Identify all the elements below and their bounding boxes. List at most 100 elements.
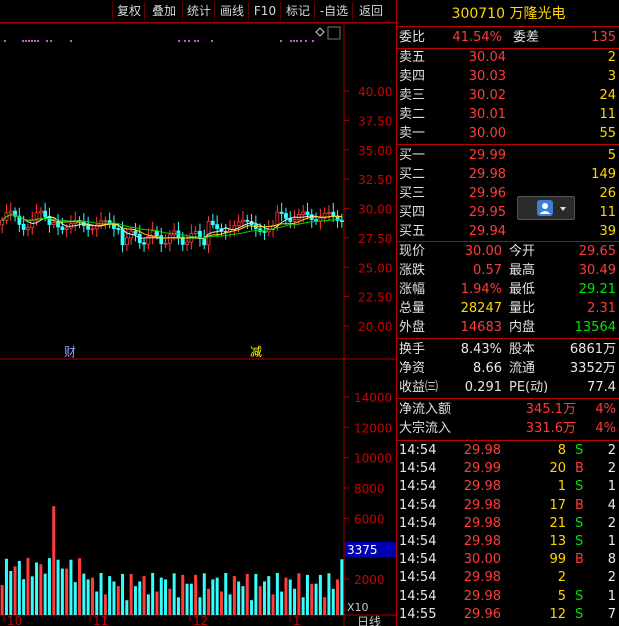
volume-bar: [26, 557, 30, 615]
volume-bar: [159, 577, 163, 615]
quote-panel: 300710 万隆光电 委比 41.54% 委差 135 卖五 30.04 2 卖四 30.03…: [396, 0, 619, 626]
tick-side: B: [575, 552, 584, 568]
candle-body: [339, 220, 344, 223]
tick-price: 29.99: [463, 461, 501, 477]
tick-vol: 12: [549, 606, 566, 622]
signal-dot: [50, 40, 52, 42]
tick-count: 2: [607, 461, 616, 477]
price-tick-label: 32.50: [358, 173, 392, 187]
volume-bar: [47, 558, 51, 615]
vol-highlight-value: 3375: [347, 543, 378, 557]
candle-body: [163, 242, 168, 245]
tick-price: 29.98: [463, 570, 501, 586]
stat-label-2: 内盘: [509, 320, 536, 335]
sell-label: 卖二: [399, 107, 426, 122]
tick-time: 14:54: [399, 534, 437, 549]
sell-row: 卖三 30.02 24: [397, 86, 619, 105]
candle-body: [284, 213, 288, 219]
volume-bar: [310, 583, 314, 615]
flow-row: 大宗流入 331.6万 4%: [397, 419, 619, 438]
stat-value: 0.57: [473, 263, 502, 278]
trade-tick-row: 14:54 29.98 17 B 4: [397, 496, 619, 515]
toolbar-item-1[interactable]: 叠加: [144, 2, 183, 20]
volume-bar: [241, 586, 245, 615]
stat-row: 涨幅 1.94% 最低 29.21: [397, 280, 619, 299]
toolbar-item-2[interactable]: 统计: [182, 2, 215, 20]
price-tick-label: 37.50: [358, 114, 392, 128]
volume-bar: [43, 573, 47, 615]
volume-bar: [271, 594, 275, 615]
volume-bar: [176, 597, 180, 615]
sell-vol: 2: [607, 50, 616, 65]
vol-tick-label: 10000: [354, 452, 392, 466]
stat-value: 1.94%: [460, 282, 502, 297]
signal-dot: [194, 40, 196, 42]
signal-dot: [293, 40, 295, 42]
volume-bar: [232, 576, 236, 615]
sell-label: 卖五: [399, 50, 426, 65]
user-icon: [537, 200, 566, 216]
flow-pct: 4%: [595, 421, 616, 436]
volume-bar: [331, 588, 335, 615]
signal-dot: [70, 40, 72, 42]
toolbar-item-7[interactable]: 返回: [352, 2, 389, 20]
candle-body: [60, 226, 65, 231]
fund-value-2: 6861万: [569, 342, 616, 357]
stat-value-2: 13564: [574, 320, 616, 335]
trade-tick-row: 14:54 29.98 8 S 2: [397, 441, 619, 460]
toolbar-item-4[interactable]: F10: [248, 2, 281, 20]
buy-row: 买一 29.99 5: [397, 146, 619, 165]
fund-row: 收益㈢ 0.291 PE(动) 77.4: [397, 378, 619, 397]
flow-label: 净流入额: [399, 402, 452, 417]
volume-bar: [86, 579, 90, 615]
buy-label: 买二: [399, 167, 426, 182]
volume-bar: [146, 594, 150, 615]
sell-price: 30.00: [468, 126, 506, 141]
fund-label: 换手: [399, 342, 426, 357]
stat-label-2: 最高: [509, 263, 536, 278]
volume-bar: [60, 568, 64, 615]
candle-body: [21, 224, 26, 230]
buy-vol: 39: [599, 224, 616, 239]
reduce-marker: 减: [250, 345, 262, 359]
volume-bar: [245, 573, 249, 615]
candle-body: [133, 230, 138, 235]
candle-body: [327, 211, 331, 214]
candle-body: [8, 210, 13, 214]
tick-price: 29.98: [463, 497, 501, 513]
volume-bar: [340, 559, 344, 615]
stat-value: 14683: [460, 320, 502, 335]
divider: [397, 26, 619, 27]
volume-bar: [52, 506, 56, 615]
candle-body: [275, 211, 280, 226]
tick-price: 30.00: [463, 552, 501, 568]
candle-body: [0, 219, 5, 226]
toolbar-item-3[interactable]: 画线: [214, 2, 249, 20]
volume-bar: [78, 558, 82, 615]
tick-price: 29.98: [463, 479, 501, 495]
toolbar-item-0[interactable]: 复权: [112, 2, 145, 20]
tick-time: 14:54: [399, 552, 437, 568]
kline-chart[interactable]: 40.00 37.50 35.00 32.50 30.00 27.50 25.00 22.50…: [0, 22, 396, 626]
sell-label: 卖一: [399, 126, 426, 141]
sell-row: 卖一 30.00 55: [397, 124, 619, 143]
fund-label: 收益㈢: [399, 380, 439, 395]
volume-bar: [99, 572, 103, 615]
tick-count: 1: [607, 534, 616, 549]
contact-widget-button[interactable]: [517, 196, 575, 220]
stat-label-2: 今开: [509, 244, 536, 259]
weibi-value: 41.54%: [452, 30, 502, 45]
buy-vol: 149: [591, 167, 616, 182]
toolbar-item-5[interactable]: 标记: [280, 2, 315, 20]
trade-tick-row: 14:54 29.98 2 2: [397, 568, 619, 587]
toolbar-item-6[interactable]: -自选: [314, 2, 353, 20]
volume-bar: [254, 573, 258, 615]
divider: [397, 398, 619, 399]
signal-dot: [197, 40, 199, 42]
tick-side: S: [575, 443, 584, 458]
volume-bar: [258, 586, 262, 615]
signal-dot: [305, 40, 307, 42]
weicha-value: 135: [591, 30, 616, 45]
candle-body: [210, 220, 215, 226]
volume-bar: [164, 579, 168, 615]
